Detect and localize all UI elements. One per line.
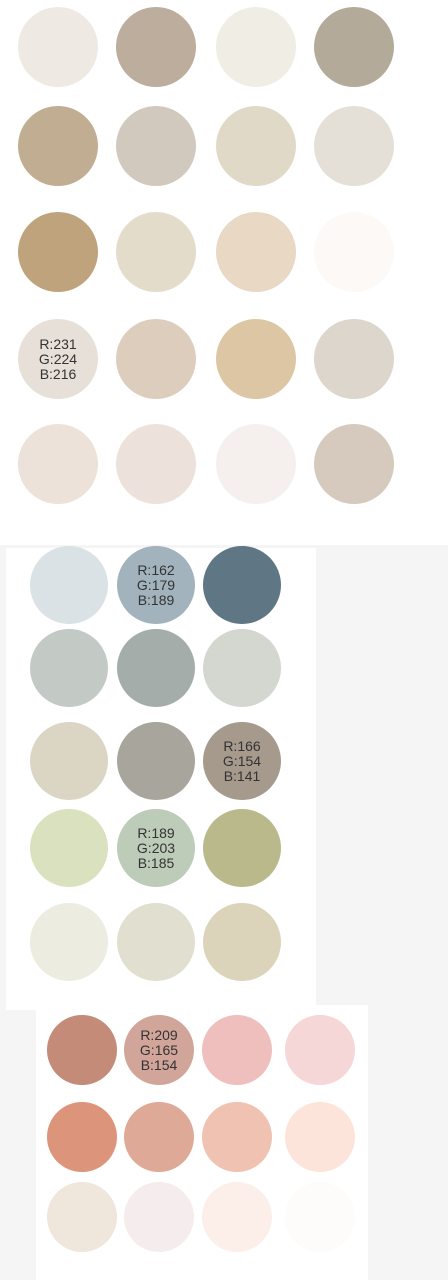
color-swatch xyxy=(203,629,281,707)
rgb-label: R:209 G:165 B:154 xyxy=(139,1026,179,1073)
color-swatch xyxy=(117,903,195,981)
color-swatch xyxy=(124,1182,194,1252)
color-swatch xyxy=(30,629,108,707)
color-swatch: R:231 G:224 B:216 xyxy=(18,319,98,399)
color-swatch: R:162 G:179 B:189 xyxy=(117,546,195,624)
color-swatch xyxy=(47,1182,117,1252)
rgb-label: R:162 G:179 B:189 xyxy=(136,561,176,608)
color-swatch xyxy=(202,1015,272,1085)
color-swatch xyxy=(285,1182,355,1252)
color-swatch xyxy=(314,106,394,186)
color-swatch xyxy=(285,1102,355,1172)
color-swatch: R:209 G:165 B:154 xyxy=(124,1015,194,1085)
color-swatch xyxy=(216,7,296,87)
color-swatch xyxy=(285,1015,355,1085)
color-swatch xyxy=(18,106,98,186)
color-swatch xyxy=(116,319,196,399)
color-swatch xyxy=(216,106,296,186)
color-swatch xyxy=(116,7,196,87)
color-swatch xyxy=(314,7,394,87)
rgb-label: R:231 G:224 B:216 xyxy=(38,335,78,382)
color-swatch xyxy=(203,903,281,981)
color-swatch xyxy=(216,319,296,399)
color-swatch xyxy=(314,424,394,504)
color-swatch xyxy=(117,629,195,707)
color-swatch xyxy=(202,1182,272,1252)
color-swatch xyxy=(30,903,108,981)
color-swatch xyxy=(30,722,108,800)
color-swatch xyxy=(203,809,281,887)
color-swatch: R:166 G:154 B:141 xyxy=(203,722,281,800)
color-swatch xyxy=(116,424,196,504)
color-swatch xyxy=(216,424,296,504)
rgb-label: R:166 G:154 B:141 xyxy=(222,737,262,784)
color-swatch xyxy=(30,546,108,624)
color-swatch xyxy=(202,1102,272,1172)
rgb-label: R:189 G:203 B:185 xyxy=(136,824,176,871)
color-swatch xyxy=(18,7,98,87)
color-swatch xyxy=(47,1015,117,1085)
color-swatch xyxy=(203,546,281,624)
color-swatch xyxy=(18,212,98,292)
color-swatch xyxy=(124,1102,194,1172)
color-swatch: R:189 G:203 B:185 xyxy=(117,809,195,887)
color-swatch xyxy=(216,212,296,292)
color-swatch xyxy=(116,212,196,292)
color-swatch xyxy=(314,212,394,292)
color-swatch xyxy=(18,424,98,504)
color-swatch xyxy=(117,722,195,800)
color-swatch xyxy=(47,1102,117,1172)
color-swatch xyxy=(116,106,196,186)
color-swatch xyxy=(30,809,108,887)
color-swatch xyxy=(314,319,394,399)
